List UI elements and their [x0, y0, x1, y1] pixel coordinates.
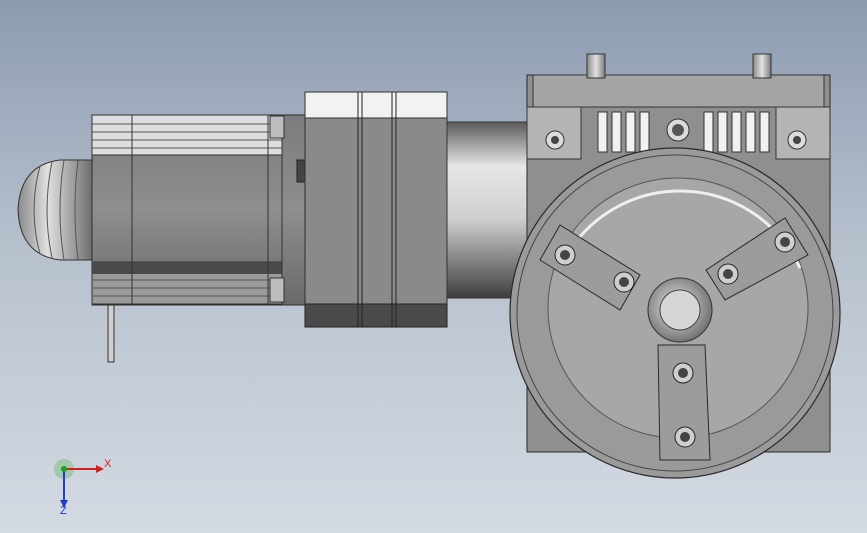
gearbox-flange — [304, 91, 448, 328]
z-axis-label: Z — [60, 505, 67, 517]
model-drawing[interactable]: X Z — [0, 0, 867, 533]
x-axis-label: X — [104, 458, 112, 470]
chuck — [509, 147, 841, 479]
motor-body — [91, 114, 306, 306]
encoder-cap — [17, 159, 93, 261]
chuck-jaw-3 — [657, 344, 711, 461]
cad-viewport[interactable]: X Z — [0, 0, 867, 533]
cable-post — [107, 299, 115, 363]
axis-triad: X Z — [54, 458, 112, 517]
